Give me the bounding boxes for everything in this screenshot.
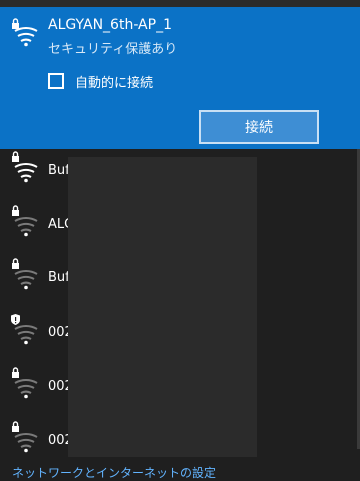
selected-network-status: セキュリティ保護あり bbox=[48, 42, 178, 57]
wifi-secured-icon bbox=[12, 258, 38, 290]
wifi-secured-icon bbox=[12, 18, 38, 47]
redaction-overlay bbox=[68, 157, 257, 457]
selected-network-panel[interactable]: ALGYAN_6th-AP_1 セキュリティ保護あり 自動的に接続 接続 bbox=[0, 7, 360, 149]
wifi-secured-icon bbox=[12, 421, 38, 453]
wifi-secured-icon bbox=[12, 151, 38, 183]
selected-network-name: ALGYAN_6th-AP_1 bbox=[48, 17, 172, 33]
connect-button[interactable]: 接続 bbox=[199, 110, 319, 144]
wifi-shield-icon bbox=[11, 314, 38, 345]
wifi-secured-icon bbox=[12, 205, 38, 237]
auto-connect-label: 自動的に接続 bbox=[75, 75, 154, 91]
wifi-secured-icon bbox=[12, 367, 38, 399]
network-name: Buf bbox=[48, 270, 70, 285]
auto-connect-checkbox[interactable] bbox=[48, 73, 64, 89]
network-name: Buf bbox=[48, 163, 70, 178]
top-strip bbox=[0, 0, 360, 7]
network-settings-link[interactable]: ネットワークとインターネットの設定 bbox=[12, 464, 216, 481]
auto-connect-row[interactable]: 自動的に接続 bbox=[48, 70, 153, 92]
